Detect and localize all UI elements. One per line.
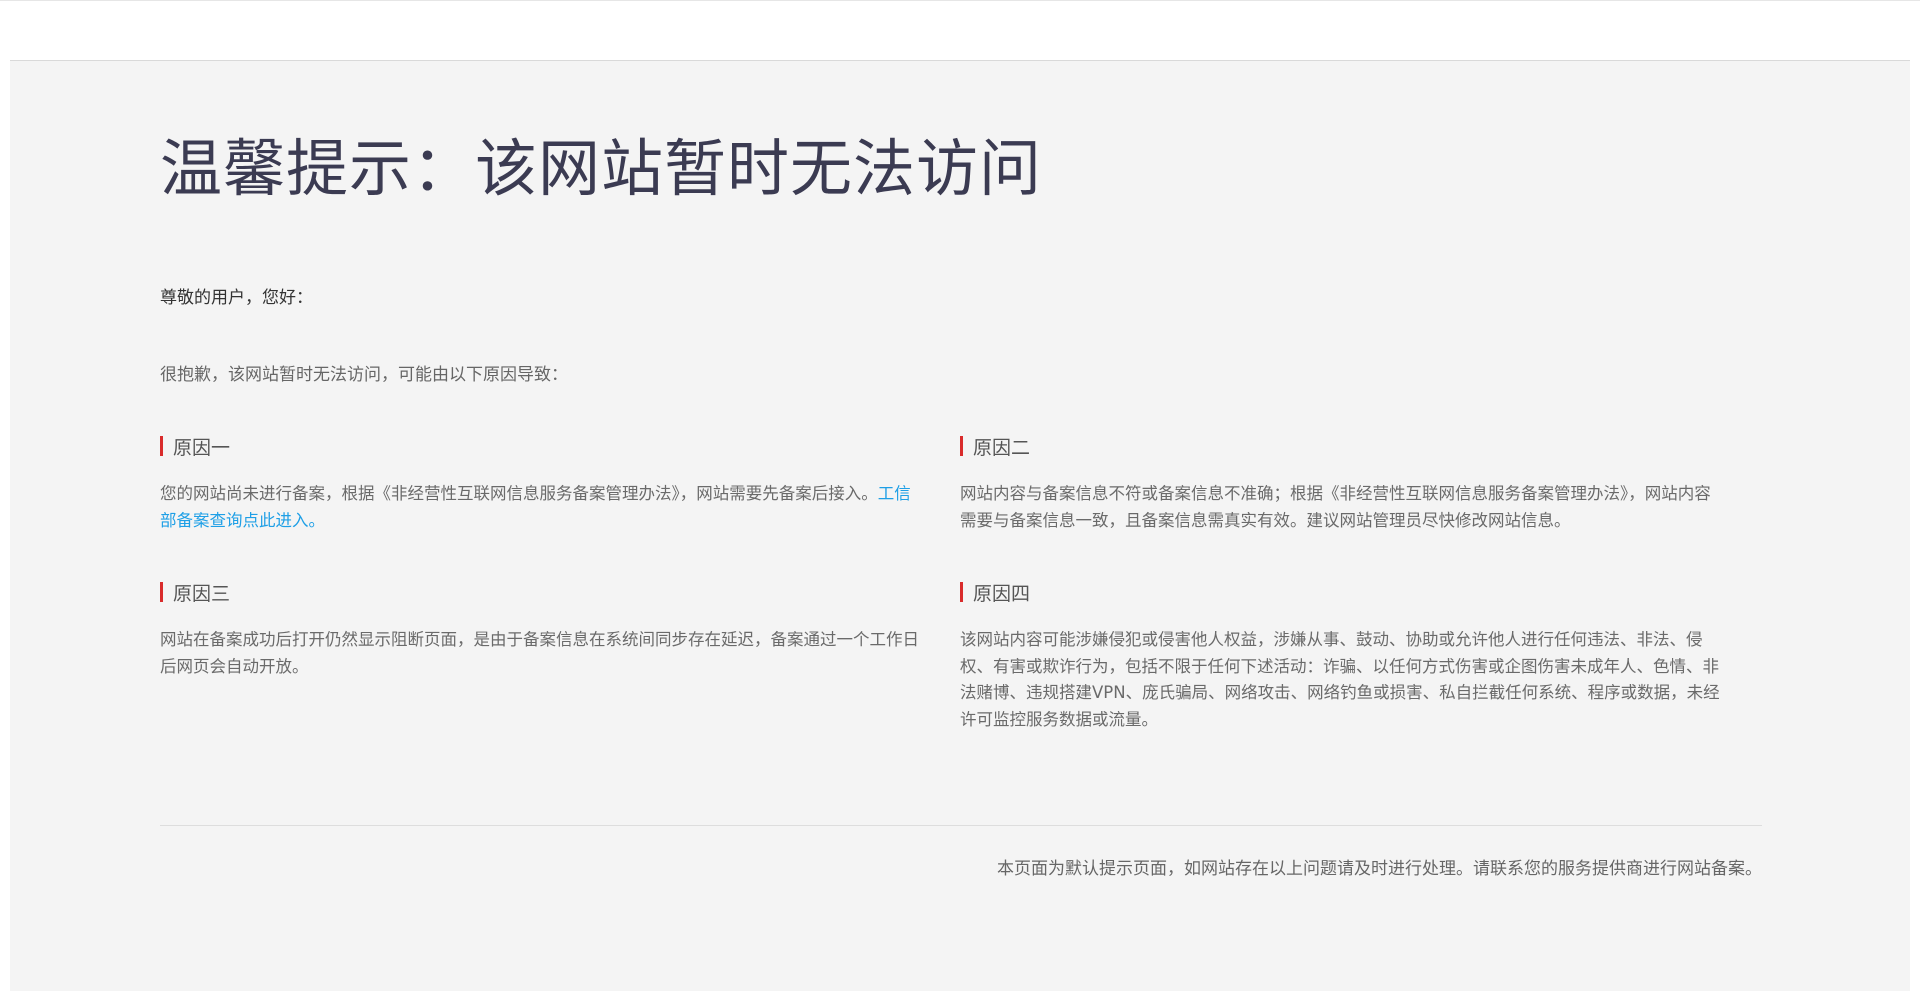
top-bar [0,0,1920,60]
accent-bar [160,582,163,602]
reason-1-body: 您的网站尚未进行备案，根据《非经营性互联网信息服务备案管理办法》，网站需要先备案… [160,484,878,503]
page-title: 温馨提示：该网站暂时无法访问 [160,132,1043,205]
accent-bar [960,436,963,456]
accent-bar [160,436,163,456]
intro-text: 很抱歉，该网站暂时无法访问，可能由以下原因导致： [160,365,568,385]
reason-1-title: 原因一 [173,436,231,459]
reason-4: 原因四 该网站内容可能涉嫌侵犯或侵害他人权益，涉嫌从事、鼓动、协助或允许他人进行… [960,579,1720,733]
footer-note: 本页面为默认提示页面，如网站存在以上问题请及时进行处理。请联系您的服务提供商进行… [997,859,1762,879]
reason-2-text: 网站内容与备案信息不符或备案信息不准确；根据《非经营性互联网信息服务备案管理办法… [960,484,1711,530]
reason-2-title: 原因二 [973,436,1031,459]
reason-1: 原因一 您的网站尚未进行备案，根据《非经营性互联网信息服务备案管理办法》，网站需… [160,433,920,534]
reason-4-heading: 原因四 [960,579,1720,605]
reason-3-heading: 原因三 [160,579,920,605]
reason-3: 原因三 网站在备案成功后打开仍然显示阻断页面，是由于备案信息在系统间同步存在延迟… [160,579,920,680]
accent-bar [960,582,963,602]
greeting-text: 尊敬的用户，您好： [160,288,313,308]
reason-4-text: 该网站内容可能涉嫌侵犯或侵害他人权益，涉嫌从事、鼓动、协助或允许他人进行任何违法… [960,630,1720,729]
reason-4-title: 原因四 [973,582,1031,605]
reason-1-text: 您的网站尚未进行备案，根据《非经营性互联网信息服务备案管理办法》，网站需要先备案… [160,481,920,534]
reason-3-text: 网站在备案成功后打开仍然显示阻断页面，是由于备案信息在系统间同步存在延迟，备案通… [160,630,919,676]
reason-2-heading: 原因二 [960,433,1725,459]
notice-panel: 温馨提示：该网站暂时无法访问 尊敬的用户，您好： 很抱歉，该网站暂时无法访问，可… [10,60,1910,991]
reason-1-heading: 原因一 [160,433,920,459]
reason-2: 原因二 网站内容与备案信息不符或备案信息不准确；根据《非经营性互联网信息服务备案… [960,433,1725,534]
reason-3-title: 原因三 [173,582,231,605]
divider [160,825,1762,826]
